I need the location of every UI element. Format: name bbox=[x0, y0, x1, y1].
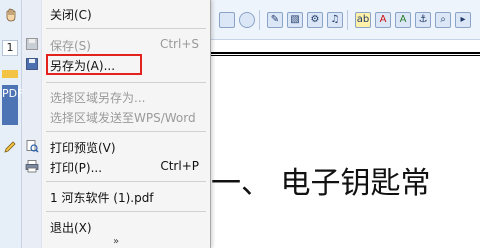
menu-item-close[interactable]: 关闭(C) bbox=[22, 3, 211, 25]
document-view: 一、 电子钥匙常 bbox=[211, 40, 480, 248]
document-heading: 一、 电子钥匙常 bbox=[211, 166, 431, 201]
search-icon[interactable]: ⌕ bbox=[435, 12, 451, 28]
more-tools-icon[interactable]: ▸ bbox=[455, 12, 471, 28]
stamp-icon[interactable]: ⚙ bbox=[307, 12, 323, 28]
menu-item-shortcut: Ctrl+S bbox=[159, 37, 199, 51]
menu-item-print-preview[interactable]: 打印预览(V) bbox=[22, 136, 211, 158]
menu-item-label: 打印预览(V) bbox=[50, 141, 116, 155]
menu-item-label: 1 河东软件 (1).pdf bbox=[50, 191, 154, 205]
file-menu: 关闭(C) 保存(S) Ctrl+S 另存为(A)... 选择区域另存为... … bbox=[22, 0, 211, 248]
menu-separator bbox=[46, 28, 206, 29]
toolbar: ✎ ▧ ⚙ ♫ ab A A ⚓ ⌕ ▸ bbox=[211, 0, 480, 40]
ellipse-icon[interactable] bbox=[239, 12, 255, 28]
toolbar-separator bbox=[347, 10, 348, 30]
selection-highlight-box bbox=[46, 54, 142, 75]
menu-item-recent-file[interactable]: 1 河东软件 (1).pdf bbox=[22, 186, 211, 208]
pencil-icon[interactable]: ✎ bbox=[267, 12, 283, 28]
menu-item-label: 退出(X) bbox=[50, 221, 92, 235]
printer-icon bbox=[25, 160, 39, 173]
left-panel: 1 PDF bbox=[0, 0, 23, 248]
audio-icon[interactable]: ♫ bbox=[327, 12, 343, 28]
menu-item-shortcut: Ctrl+P bbox=[160, 159, 199, 173]
page-number[interactable]: 1 bbox=[2, 40, 18, 56]
save-as-icon bbox=[26, 58, 38, 70]
print-preview-icon bbox=[26, 140, 39, 153]
menu-item-label: 选择区域另存为... bbox=[50, 91, 146, 105]
menu-item-label: 关闭(C) bbox=[50, 8, 92, 22]
pen-icon[interactable] bbox=[3, 140, 17, 154]
highlight-icon[interactable]: ab bbox=[355, 12, 371, 28]
anchor-icon[interactable]: ⚓ bbox=[415, 12, 431, 28]
rectangle-icon[interactable] bbox=[219, 12, 235, 28]
toolbar-separator bbox=[259, 10, 260, 30]
menu-item-send-region-to-word[interactable]: 选择区域发送至WPS/Word bbox=[22, 106, 211, 128]
menu-separator bbox=[46, 181, 206, 182]
image-icon[interactable]: ▧ bbox=[287, 12, 303, 28]
menu-separator bbox=[46, 131, 206, 132]
menu-separator bbox=[46, 211, 206, 212]
document-rule bbox=[211, 52, 480, 56]
hand-tool-icon[interactable] bbox=[4, 8, 18, 22]
text-color-icon[interactable]: A bbox=[375, 12, 391, 28]
menu-item-save[interactable]: 保存(S) Ctrl+S bbox=[22, 34, 211, 56]
menu-item-label: 选择区域发送至WPS/Word bbox=[50, 111, 196, 125]
pdf-label: PDF bbox=[2, 85, 23, 125]
bookmark-strip bbox=[2, 70, 18, 78]
save-icon bbox=[26, 38, 38, 50]
menu-item-exit[interactable]: 退出(X) bbox=[22, 216, 211, 238]
font-color-icon[interactable]: A bbox=[395, 12, 411, 28]
menu-item-label: 保存(S) bbox=[50, 39, 91, 53]
menu-item-save-region-as[interactable]: 选择区域另存为... bbox=[22, 86, 211, 108]
chevron-down-icon[interactable]: » bbox=[108, 237, 124, 247]
menu-separator bbox=[46, 82, 206, 83]
menu-item-label: 打印(P)... bbox=[50, 161, 103, 175]
menu-item-print[interactable]: 打印(P)... Ctrl+P bbox=[22, 156, 211, 178]
